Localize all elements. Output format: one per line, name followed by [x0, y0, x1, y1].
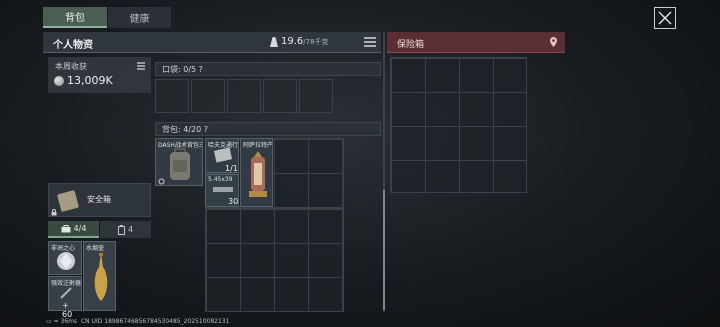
item-name: 阿萨拉特产灯 — [243, 142, 273, 149]
location-pin-icon[interactable] — [549, 37, 558, 47]
repair-icon — [158, 178, 165, 185]
item-heart-of-africa[interactable]: 非洲之心 — [48, 241, 82, 275]
coin-icon — [54, 76, 64, 86]
pocket-slot[interactable] — [299, 79, 333, 113]
item-access-card[interactable]: 哈夫克通行证 1/1 — [205, 138, 239, 173]
battery-status-icon: ▭ — [46, 318, 52, 325]
weight-icon — [270, 37, 278, 47]
weight-max: /78千克 — [303, 38, 329, 46]
bottle-icon — [94, 253, 108, 301]
ping-value: 36ms — [60, 318, 78, 325]
tab-consumables-count: 4 — [127, 225, 134, 234]
item-quantity: 30 — [228, 197, 239, 206]
weight-value: 19.6 — [281, 36, 304, 47]
card-icon — [214, 147, 232, 163]
close-button[interactable] — [654, 7, 676, 29]
safe-box-header: 保险箱 — [387, 32, 565, 53]
battery-icon — [117, 224, 125, 235]
tab-consumables[interactable]: 4 — [100, 221, 151, 238]
tab-equipment-slots[interactable]: 4/4 — [48, 221, 99, 238]
item-name: 水烟壶 — [86, 245, 105, 252]
scrollbar-thumb[interactable] — [383, 190, 385, 310]
item-ammo[interactable]: 5.45x39 30 — [205, 174, 239, 207]
pocket-slot[interactable] — [263, 79, 297, 113]
pocket-slot[interactable] — [227, 79, 261, 113]
item-hookah-bottle[interactable]: 水烟壶 — [83, 241, 116, 311]
item-injector[interactable]: 强效注射器 + 60 — [48, 276, 82, 319]
safe-box-grid[interactable] — [390, 57, 527, 193]
item-quantity: + 60 — [62, 301, 73, 319]
item-quantity: 1/1 — [225, 164, 238, 173]
backpack-label: 背包: 4/20 ? — [162, 125, 208, 134]
item-name: 5.45x39 — [208, 176, 233, 183]
lantern-icon — [249, 151, 267, 197]
gem-icon — [57, 252, 75, 270]
lock-icon — [51, 209, 57, 216]
close-icon — [658, 11, 672, 25]
pocket-slot[interactable] — [155, 79, 189, 113]
item-tactical-backpack[interactable]: DASH战术背包三型 — [155, 138, 203, 186]
briefcase-icon — [61, 224, 71, 232]
personal-supplies-title: 个人物资 — [53, 40, 93, 51]
weekly-earnings-label: 本周收获 — [55, 62, 87, 71]
item-lantern[interactable]: 阿萨拉特产灯 — [240, 138, 273, 207]
ammo-icon — [213, 187, 233, 192]
syringe-icon — [60, 287, 72, 299]
safe-container-icon — [57, 190, 79, 212]
tab-equipment-count: 4/4 — [73, 224, 87, 233]
tab-backpack[interactable]: 背包 — [43, 7, 107, 28]
menu-icon[interactable] — [136, 61, 146, 71]
safe-box-title: 保险箱 — [397, 40, 425, 50]
weekly-earnings-card[interactable]: 本周收获 13,009K — [48, 57, 151, 93]
status-footer: ▭ ≈ 36ms CN UID 18986746856784530485_202… — [46, 318, 229, 325]
personal-supplies-header: 个人物资 19.6/78千克 — [43, 32, 381, 53]
pocket-header: 口袋: 0/5 ? — [155, 62, 381, 76]
backpack-grid-lower[interactable] — [205, 208, 344, 312]
safe-container-label: 安全箱 — [87, 195, 111, 204]
safe-container-slot[interactable]: 安全箱 — [48, 183, 151, 217]
weekly-earnings-value: 13,009K — [67, 74, 113, 87]
backpack-header: 背包: 4/20 ? — [155, 122, 381, 136]
wifi-icon: ≈ — [53, 318, 59, 325]
pocket-slot[interactable] — [191, 79, 225, 113]
weight-readout: 19.6/78千克 — [281, 36, 329, 47]
uid-text: CN UID 18986746856784530485_202510082131 — [80, 318, 230, 325]
tab-health[interactable]: 健康 — [108, 7, 171, 28]
pocket-label: 口袋: 0/5 ? — [162, 65, 203, 74]
backpack-icon — [170, 148, 190, 180]
list-view-icon[interactable] — [363, 36, 377, 48]
